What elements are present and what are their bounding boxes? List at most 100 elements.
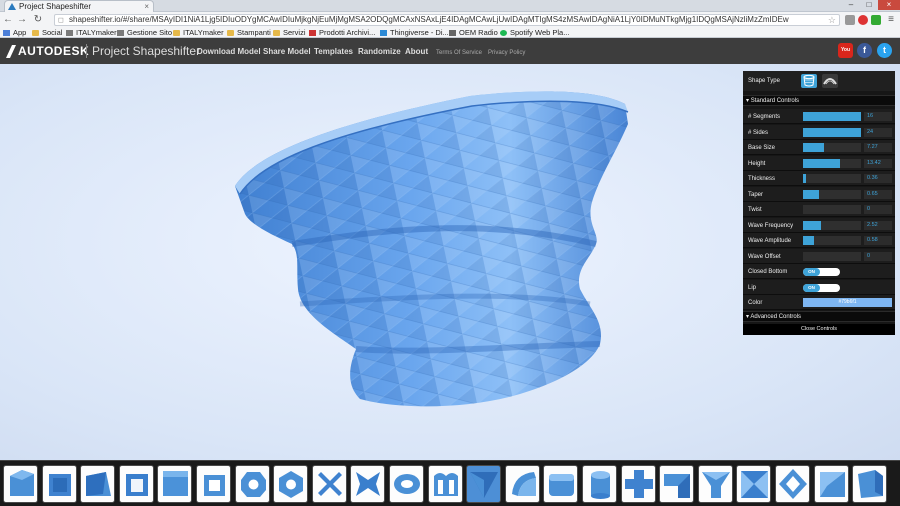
- template-tile-wedge-template[interactable]: [466, 465, 502, 503]
- template-tile-hexagon-hole-template[interactable]: [273, 465, 309, 503]
- template-tile-square-hole-template[interactable]: [196, 465, 231, 503]
- nav-randomize[interactable]: Randomize: [358, 46, 401, 57]
- bookmark-item[interactable]: Gestione Sito: [117, 28, 172, 38]
- wedge-icon: [470, 472, 499, 498]
- control-value[interactable]: 16: [864, 112, 892, 121]
- control-slider[interactable]: [803, 205, 861, 214]
- vase-shape-button[interactable]: [801, 74, 817, 88]
- control-value[interactable]: 0.58: [864, 236, 892, 245]
- control-value[interactable]: 2.52: [864, 220, 892, 230]
- template-tile-cross-cube-template[interactable]: [620, 465, 656, 503]
- control-slider[interactable]: [803, 220, 861, 230]
- control-slider[interactable]: [803, 236, 861, 245]
- control-slider[interactable]: [803, 143, 861, 152]
- control-slider[interactable]: [803, 127, 861, 137]
- bookmark-item[interactable]: OEM Radio: [449, 28, 498, 38]
- extension-green-icon[interactable]: [871, 15, 881, 25]
- bookmark-item[interactable]: Stampanti: [227, 28, 271, 38]
- tab-title: Project Shapeshifter: [19, 2, 92, 11]
- nav-privacy[interactable]: Privacy Policy: [488, 48, 525, 59]
- control-value[interactable]: 0: [864, 251, 892, 261]
- control-value[interactable]: 7.27: [864, 143, 892, 152]
- template-tile-square-slant-template[interactable]: [813, 465, 849, 503]
- toggle-switch[interactable]: ON: [803, 283, 840, 292]
- template-tile-octagon-hole-template[interactable]: [234, 465, 270, 503]
- control-slider[interactable]: [803, 112, 861, 121]
- nav-terms[interactable]: Terms Of Service: [436, 48, 482, 59]
- youtube-icon[interactable]: You: [838, 43, 853, 58]
- control-value[interactable]: 13.42: [864, 158, 892, 168]
- tab-close-icon[interactable]: ×: [144, 1, 149, 12]
- control-value[interactable]: 24: [864, 127, 892, 137]
- autodesk-favicon-icon: [8, 3, 16, 10]
- control-slider[interactable]: [803, 189, 861, 199]
- facebook-icon[interactable]: f: [857, 43, 872, 58]
- control-value[interactable]: 0.65: [864, 189, 892, 199]
- extension-icon[interactable]: [845, 15, 855, 25]
- template-tile-rounded-box-template[interactable]: [543, 465, 579, 503]
- vase-icon: [803, 74, 815, 87]
- menu-icon[interactable]: ≡: [885, 14, 897, 26]
- template-tile-cube-open-template[interactable]: [3, 465, 38, 503]
- advanced-controls-header[interactable]: ▾ Advanced Controls: [743, 311, 895, 322]
- nav-about[interactable]: About: [405, 46, 428, 57]
- template-tile-x-shape-template[interactable]: [350, 465, 386, 503]
- bookmark-star-icon[interactable]: ☆: [828, 15, 836, 25]
- bookmark-item[interactable]: ITALYmaker: [173, 28, 224, 38]
- bookmark-item[interactable]: Prodotti Archivi...: [309, 28, 375, 38]
- control-value[interactable]: 0: [864, 205, 892, 214]
- window-close-icon[interactable]: ×: [878, 0, 900, 10]
- template-tile-box-bevel-template[interactable]: [41, 465, 77, 503]
- standard-controls-header[interactable]: ▾ Standard Controls: [743, 95, 895, 106]
- nav-download-model[interactable]: Download Model: [197, 46, 261, 57]
- template-tile-cylinder-template[interactable]: [582, 465, 617, 503]
- bookmark-item[interactable]: Thingiverse - Di...: [380, 28, 449, 38]
- control-slider[interactable]: [803, 158, 861, 168]
- minimize-icon[interactable]: –: [842, 0, 860, 10]
- template-tile-eye-shape-template[interactable]: [389, 465, 424, 503]
- template-tile-x-frame-template[interactable]: [736, 465, 772, 503]
- reload-icon[interactable]: ↻: [32, 14, 44, 26]
- template-tile-cross-template[interactable]: [311, 465, 347, 503]
- template-tile-swirl-template[interactable]: [504, 465, 540, 503]
- vase-facets: [235, 91, 628, 407]
- forward-icon[interactable]: →: [16, 14, 28, 26]
- close-controls-button[interactable]: Close Controls: [743, 324, 895, 335]
- double-arch-icon: [433, 473, 458, 496]
- control-value[interactable]: 0.36: [864, 174, 892, 183]
- bookmark-item[interactable]: Social: [32, 28, 62, 38]
- address-bar[interactable]: ◻ shapeshifter.io/#/share/MSAyIDI1NiA1Lj…: [54, 14, 840, 26]
- browser-tab-bar: Project Shapeshifter × – □ ×: [0, 0, 900, 12]
- template-tile-box-frame-template[interactable]: [118, 465, 154, 503]
- bracelet-shape-button[interactable]: [822, 74, 838, 88]
- nav-templates[interactable]: Templates: [314, 46, 353, 57]
- template-tile-cube-corner-template[interactable]: [80, 465, 116, 503]
- site-icon: [309, 30, 316, 36]
- twitter-icon[interactable]: t: [877, 43, 892, 58]
- back-icon[interactable]: ←: [2, 14, 14, 26]
- bookmark-item[interactable]: Spotify Web Pla...: [500, 28, 569, 38]
- template-tile-corner-notch-template[interactable]: [659, 465, 695, 503]
- nav-share-model[interactable]: Share Model: [263, 46, 311, 57]
- control-row-base-size: Base Size 7.27: [743, 140, 895, 155]
- control-row-lip: Lip ON: [743, 279, 895, 295]
- template-tile-diamond-cut-template[interactable]: [775, 465, 810, 503]
- autodesk-logo-icon[interactable]: [6, 45, 16, 58]
- bookmark-item[interactable]: Servizi: [273, 28, 306, 38]
- control-slider[interactable]: [803, 174, 861, 183]
- product-name[interactable]: Project Shapeshifter: [92, 43, 200, 59]
- bookmark-item[interactable]: ITALYmaker: [66, 28, 117, 38]
- maximize-icon[interactable]: □: [860, 0, 878, 10]
- adblock-icon[interactable]: [858, 15, 868, 25]
- control-slider[interactable]: [803, 251, 861, 261]
- toggle-switch[interactable]: ON: [803, 268, 840, 276]
- color-picker[interactable]: #79b6f1: [803, 298, 892, 307]
- browser-tab[interactable]: Project Shapeshifter ×: [4, 0, 154, 12]
- page-info-icon[interactable]: ◻: [58, 16, 64, 25]
- template-tile-double-arch-template[interactable]: [427, 465, 463, 503]
- template-tile-prism-template[interactable]: [852, 465, 888, 503]
- template-tile-funnel-template[interactable]: [697, 465, 733, 503]
- brand-name[interactable]: AUTODESK: [18, 43, 89, 59]
- template-tile-cube-flat-template[interactable]: [157, 465, 193, 503]
- bookmark-item[interactable]: App: [3, 28, 26, 38]
